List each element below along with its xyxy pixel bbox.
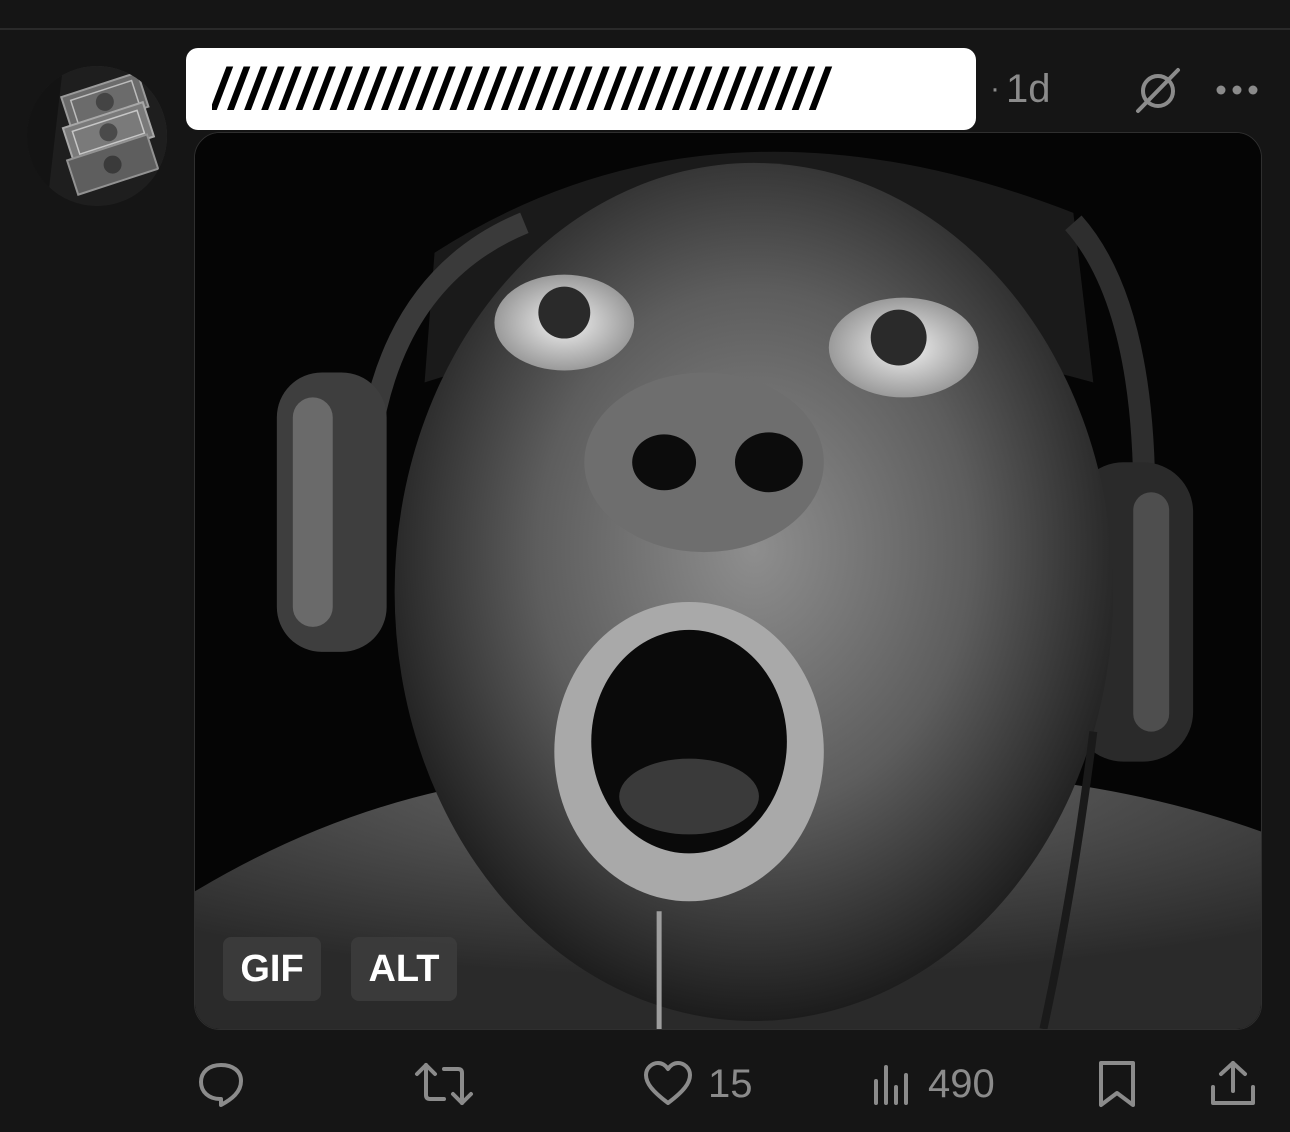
alt-text-badge[interactable]: ALT bbox=[351, 937, 457, 1001]
like-button[interactable]: 15 bbox=[642, 1050, 753, 1118]
grok-icon[interactable] bbox=[1132, 64, 1184, 116]
post-timestamp[interactable]: · 1d bbox=[990, 64, 1051, 114]
gif-badge[interactable]: GIF bbox=[223, 937, 321, 1001]
gif-frame-image bbox=[195, 133, 1261, 1029]
repost-arrows-icon bbox=[415, 1063, 473, 1105]
share-button[interactable] bbox=[1208, 1050, 1258, 1118]
share-upload-icon bbox=[1211, 1061, 1255, 1105]
post-actions-bar: 15 490 bbox=[0, 1050, 1290, 1118]
timestamp-text[interactable]: 1d bbox=[1006, 67, 1051, 112]
avatar-image bbox=[27, 66, 167, 206]
like-count: 15 bbox=[708, 1061, 753, 1106]
post-media-gif[interactable]: GIF ALT bbox=[194, 132, 1262, 1030]
bar-chart-icon bbox=[874, 1065, 908, 1105]
repost-button[interactable] bbox=[414, 1050, 474, 1118]
author-name-box[interactable]: //////////////////////////////////// bbox=[186, 48, 976, 130]
post[interactable]: //////////////////////////////////// · 1… bbox=[0, 30, 1290, 1132]
timestamp-separator: · bbox=[990, 72, 1000, 105]
reply-button[interactable] bbox=[196, 1050, 246, 1118]
views-button[interactable]: 490 bbox=[870, 1050, 995, 1118]
bookmark-icon bbox=[1099, 1061, 1135, 1107]
bookmark-button[interactable] bbox=[1094, 1050, 1140, 1118]
views-count: 490 bbox=[928, 1061, 995, 1106]
heart-icon bbox=[644, 1061, 692, 1105]
avatar[interactable] bbox=[27, 66, 167, 206]
speech-bubble-icon bbox=[199, 1063, 243, 1107]
author-name[interactable]: //////////////////////////////////// bbox=[212, 56, 962, 123]
more-options-icon[interactable] bbox=[1214, 78, 1260, 102]
